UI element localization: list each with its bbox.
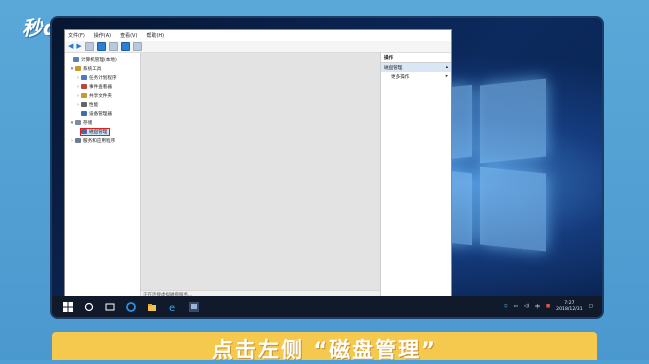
task-view-icon[interactable]: [105, 302, 115, 312]
submenu-arrow-icon: ▸: [445, 74, 448, 79]
show-tree-icon[interactable]: [96, 42, 106, 51]
folder-icon[interactable]: [84, 42, 94, 51]
tree-label-performance: 性能: [89, 102, 99, 108]
toolbar: ◀ ▶: [65, 41, 451, 53]
computer-management-taskbar-icon[interactable]: [189, 301, 199, 312]
tools-icon: [75, 66, 81, 71]
tree-item-disk-management[interactable]: 磁盘管理: [65, 127, 140, 136]
tree-label-computer-management: 计算机管理(本地): [81, 57, 117, 63]
search-circle-icon[interactable]: [84, 302, 94, 312]
tree-label-disk-management: 磁盘管理: [89, 129, 108, 135]
tree-label-event-viewer: 事件查看器: [89, 84, 112, 90]
more-actions-label: 更多操作: [391, 74, 410, 80]
edge-browser-icon[interactable]: [126, 301, 136, 312]
caption-bar: 点击左侧 “磁盘管理”: [52, 332, 597, 362]
menu-action[interactable]: 操作(A): [94, 32, 111, 39]
services-icon: [75, 138, 81, 143]
tree-item-computer-management[interactable]: 计算机管理(本地): [65, 55, 140, 64]
help-icon[interactable]: [108, 42, 118, 51]
tree-item-system-tools[interactable]: ▾ 系统工具: [65, 64, 140, 73]
forward-arrow-icon[interactable]: ▶: [76, 43, 81, 50]
file-explorer-icon[interactable]: [147, 302, 157, 312]
volume-icon[interactable]: ◁): [524, 304, 529, 309]
computer-management-window: 文件(F) 操作(A) 查看(V) 帮助(H) ◀ ▶ 计算机管理(本地) ▾ …: [64, 29, 452, 300]
clock-date: 2018/12/31: [556, 306, 583, 312]
ime-indicator[interactable]: 中: [535, 304, 540, 310]
back-arrow-icon[interactable]: ◀: [68, 43, 73, 50]
tree-label-system-tools: 系统工具: [83, 66, 102, 72]
menu-help[interactable]: 帮助(H): [146, 32, 164, 39]
computer-icon: [73, 57, 79, 62]
tree-label-task-scheduler: 任务计划程序: [89, 75, 117, 81]
menu-view[interactable]: 查看(V): [120, 32, 137, 39]
tree-label-services-apps: 服务和应用程序: [83, 138, 116, 144]
event-log-icon: [81, 84, 87, 89]
notification-icon[interactable]: ▢: [589, 304, 593, 309]
tree-label-storage: 存储: [83, 120, 93, 126]
disk-management-icon: [81, 129, 87, 134]
more-actions-item[interactable]: 更多操作 ▸: [381, 72, 451, 81]
actions-section-disk-management[interactable]: 磁盘管理 ▴: [381, 63, 451, 72]
actions-section-label: 磁盘管理: [384, 65, 403, 71]
clock-icon: [81, 75, 87, 80]
tree-item-services-apps[interactable]: › 服务和应用程序: [65, 136, 140, 145]
network-icon[interactable]: ▭: [514, 304, 518, 309]
taskbar: e ⛨ ▭ ◁) 中 ■ 7:27 2018/12/31 ▢: [52, 296, 602, 317]
menu-bar: 文件(F) 操作(A) 查看(V) 帮助(H): [65, 30, 451, 41]
disk-management-highlight[interactable]: 磁盘管理: [79, 127, 111, 136]
app-tray-icon[interactable]: ■: [546, 304, 550, 309]
collapse-arrow-icon[interactable]: ▴: [446, 65, 448, 70]
tree-item-storage[interactable]: ▾ 存储: [65, 118, 140, 127]
performance-icon: [81, 102, 87, 107]
svg-text:e: e: [169, 303, 175, 312]
tree-label-shared-folders: 共享文件夹: [89, 93, 112, 99]
tree-label-device-manager: 设备管理器: [89, 111, 112, 117]
properties-icon[interactable]: [120, 42, 130, 51]
device-manager-icon: [81, 111, 87, 116]
actions-header: 操作: [381, 53, 451, 63]
tree-item-performance[interactable]: › 性能: [65, 100, 140, 109]
tree-item-event-viewer[interactable]: › 事件查看器: [65, 82, 140, 91]
actions-pane: 操作 磁盘管理 ▴ 更多操作 ▸: [381, 53, 451, 299]
tree-item-task-scheduler[interactable]: › 任务计划程序: [65, 73, 140, 82]
storage-icon: [75, 120, 81, 125]
security-shield-icon[interactable]: ⛨: [504, 304, 507, 310]
tree-item-shared-folders[interactable]: › 共享文件夹: [65, 91, 140, 100]
navigation-tree: 计算机管理(本地) ▾ 系统工具 › 任务计划程序 › 事件查看器 › 共享文件…: [65, 53, 141, 299]
menu-file[interactable]: 文件(F): [68, 32, 85, 39]
clock[interactable]: 7:27 2018/12/31: [556, 301, 582, 313]
internet-explorer-icon[interactable]: e: [168, 302, 178, 312]
main-content-pane: 正在连接虚拟磁盘服务...: [141, 53, 381, 299]
shared-folder-icon: [81, 93, 87, 98]
system-tray: ⛨ ▭ ◁) 中 ■ 7:27 2018/12/31 ▢: [504, 296, 593, 317]
start-windows-icon[interactable]: [63, 301, 73, 312]
desktop-screen: 文件(F) 操作(A) 查看(V) 帮助(H) ◀ ▶ 计算机管理(本地) ▾ …: [50, 16, 604, 319]
list-icon[interactable]: [132, 42, 142, 51]
tree-item-device-manager[interactable]: 设备管理器: [65, 109, 140, 118]
